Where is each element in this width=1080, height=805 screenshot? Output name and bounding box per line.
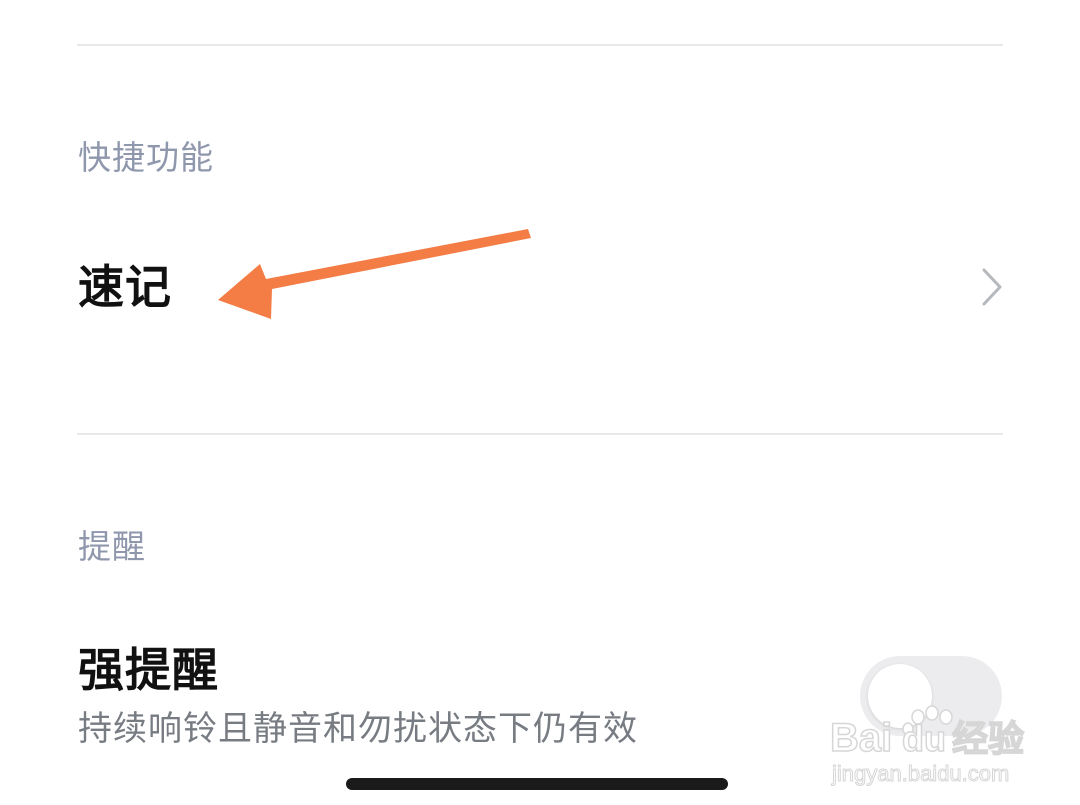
divider: [77, 433, 1003, 435]
divider: [77, 44, 1003, 46]
arrow-shape: [218, 229, 531, 319]
chevron-right-icon: [982, 268, 1002, 306]
quick-note-label: 速记: [78, 260, 172, 314]
svg-text:Bai: Bai: [830, 716, 892, 760]
section-header-shortcuts: 快捷功能: [78, 138, 214, 177]
svg-text:du: du: [902, 718, 946, 759]
settings-screen: 快捷功能 速记 提醒 强提醒 持续响铃且静音和勿扰状态下仍有效 Bai du 经…: [0, 0, 1080, 805]
strong-reminder-description: 持续响铃且静音和勿扰状态下仍有效: [78, 709, 638, 749]
svg-text:经验: 经验: [952, 719, 1024, 760]
strong-reminder-label: 强提醒: [78, 643, 219, 697]
section-header-reminders: 提醒: [78, 527, 146, 566]
baidu-jingyan-watermark: Bai du 经验 jingyan.baidu.com: [829, 705, 1025, 787]
svg-text:jingyan.baidu.com: jingyan.baidu.com: [831, 761, 1009, 786]
home-indicator[interactable]: [346, 778, 728, 790]
